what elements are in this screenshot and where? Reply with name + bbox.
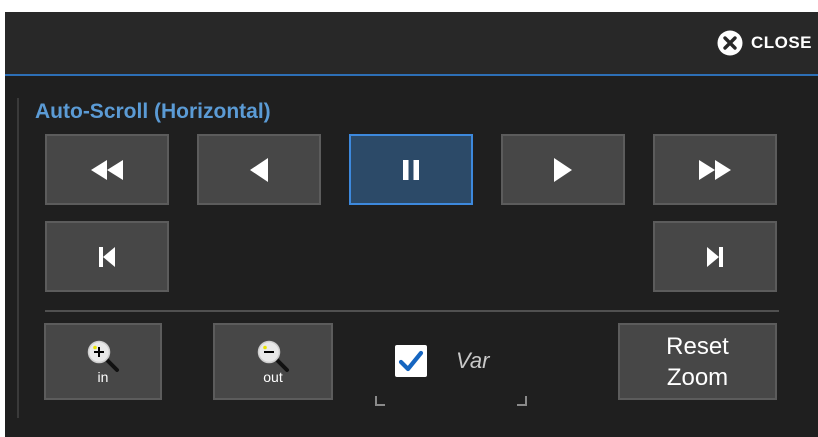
pause-icon (403, 159, 419, 180)
title-bar: CLOSE (5, 12, 818, 76)
skip-end-icon (707, 246, 723, 267)
fast-rewind-button[interactable] (45, 134, 169, 205)
fast-rewind-icon (91, 159, 123, 180)
skip-to-start-button[interactable] (45, 221, 169, 292)
skip-to-end-button[interactable] (653, 221, 777, 292)
checkmark-icon (398, 350, 424, 372)
section-divider (45, 310, 779, 312)
auto-scroll-panel: CLOSE Auto-Scroll (Horizontal) in out Va… (5, 12, 818, 437)
play-right-icon (554, 157, 572, 182)
zoom-out-icon (257, 340, 289, 372)
fast-forward-icon (699, 159, 731, 180)
zoom-in-label: in (97, 368, 109, 385)
var-zoom-checkbox[interactable] (395, 345, 427, 377)
reset-zoom-label-line1: Reset (666, 332, 729, 360)
section-title: Auto-Scroll (Horizontal) (35, 100, 271, 123)
step-back-button[interactable] (197, 134, 321, 205)
play-button[interactable] (501, 134, 625, 205)
pause-button[interactable] (349, 134, 473, 205)
zoom-in-button[interactable]: in (44, 323, 162, 400)
bracket-right (517, 396, 527, 406)
reset-zoom-label-line2: Zoom (666, 363, 729, 391)
fast-forward-button[interactable] (653, 134, 777, 205)
zoom-out-button[interactable]: out (213, 323, 333, 400)
left-divider (17, 98, 19, 418)
zoom-in-icon (87, 340, 119, 372)
skip-start-icon (99, 246, 115, 267)
zoom-out-label: out (263, 368, 283, 385)
play-left-icon (250, 157, 268, 182)
bracket-left (375, 396, 385, 406)
var-label: Var (456, 348, 490, 373)
close-button[interactable]: CLOSE (717, 30, 812, 56)
close-icon (717, 30, 743, 56)
close-label: CLOSE (750, 33, 812, 52)
reset-zoom-button[interactable]: Reset Zoom (618, 323, 777, 400)
